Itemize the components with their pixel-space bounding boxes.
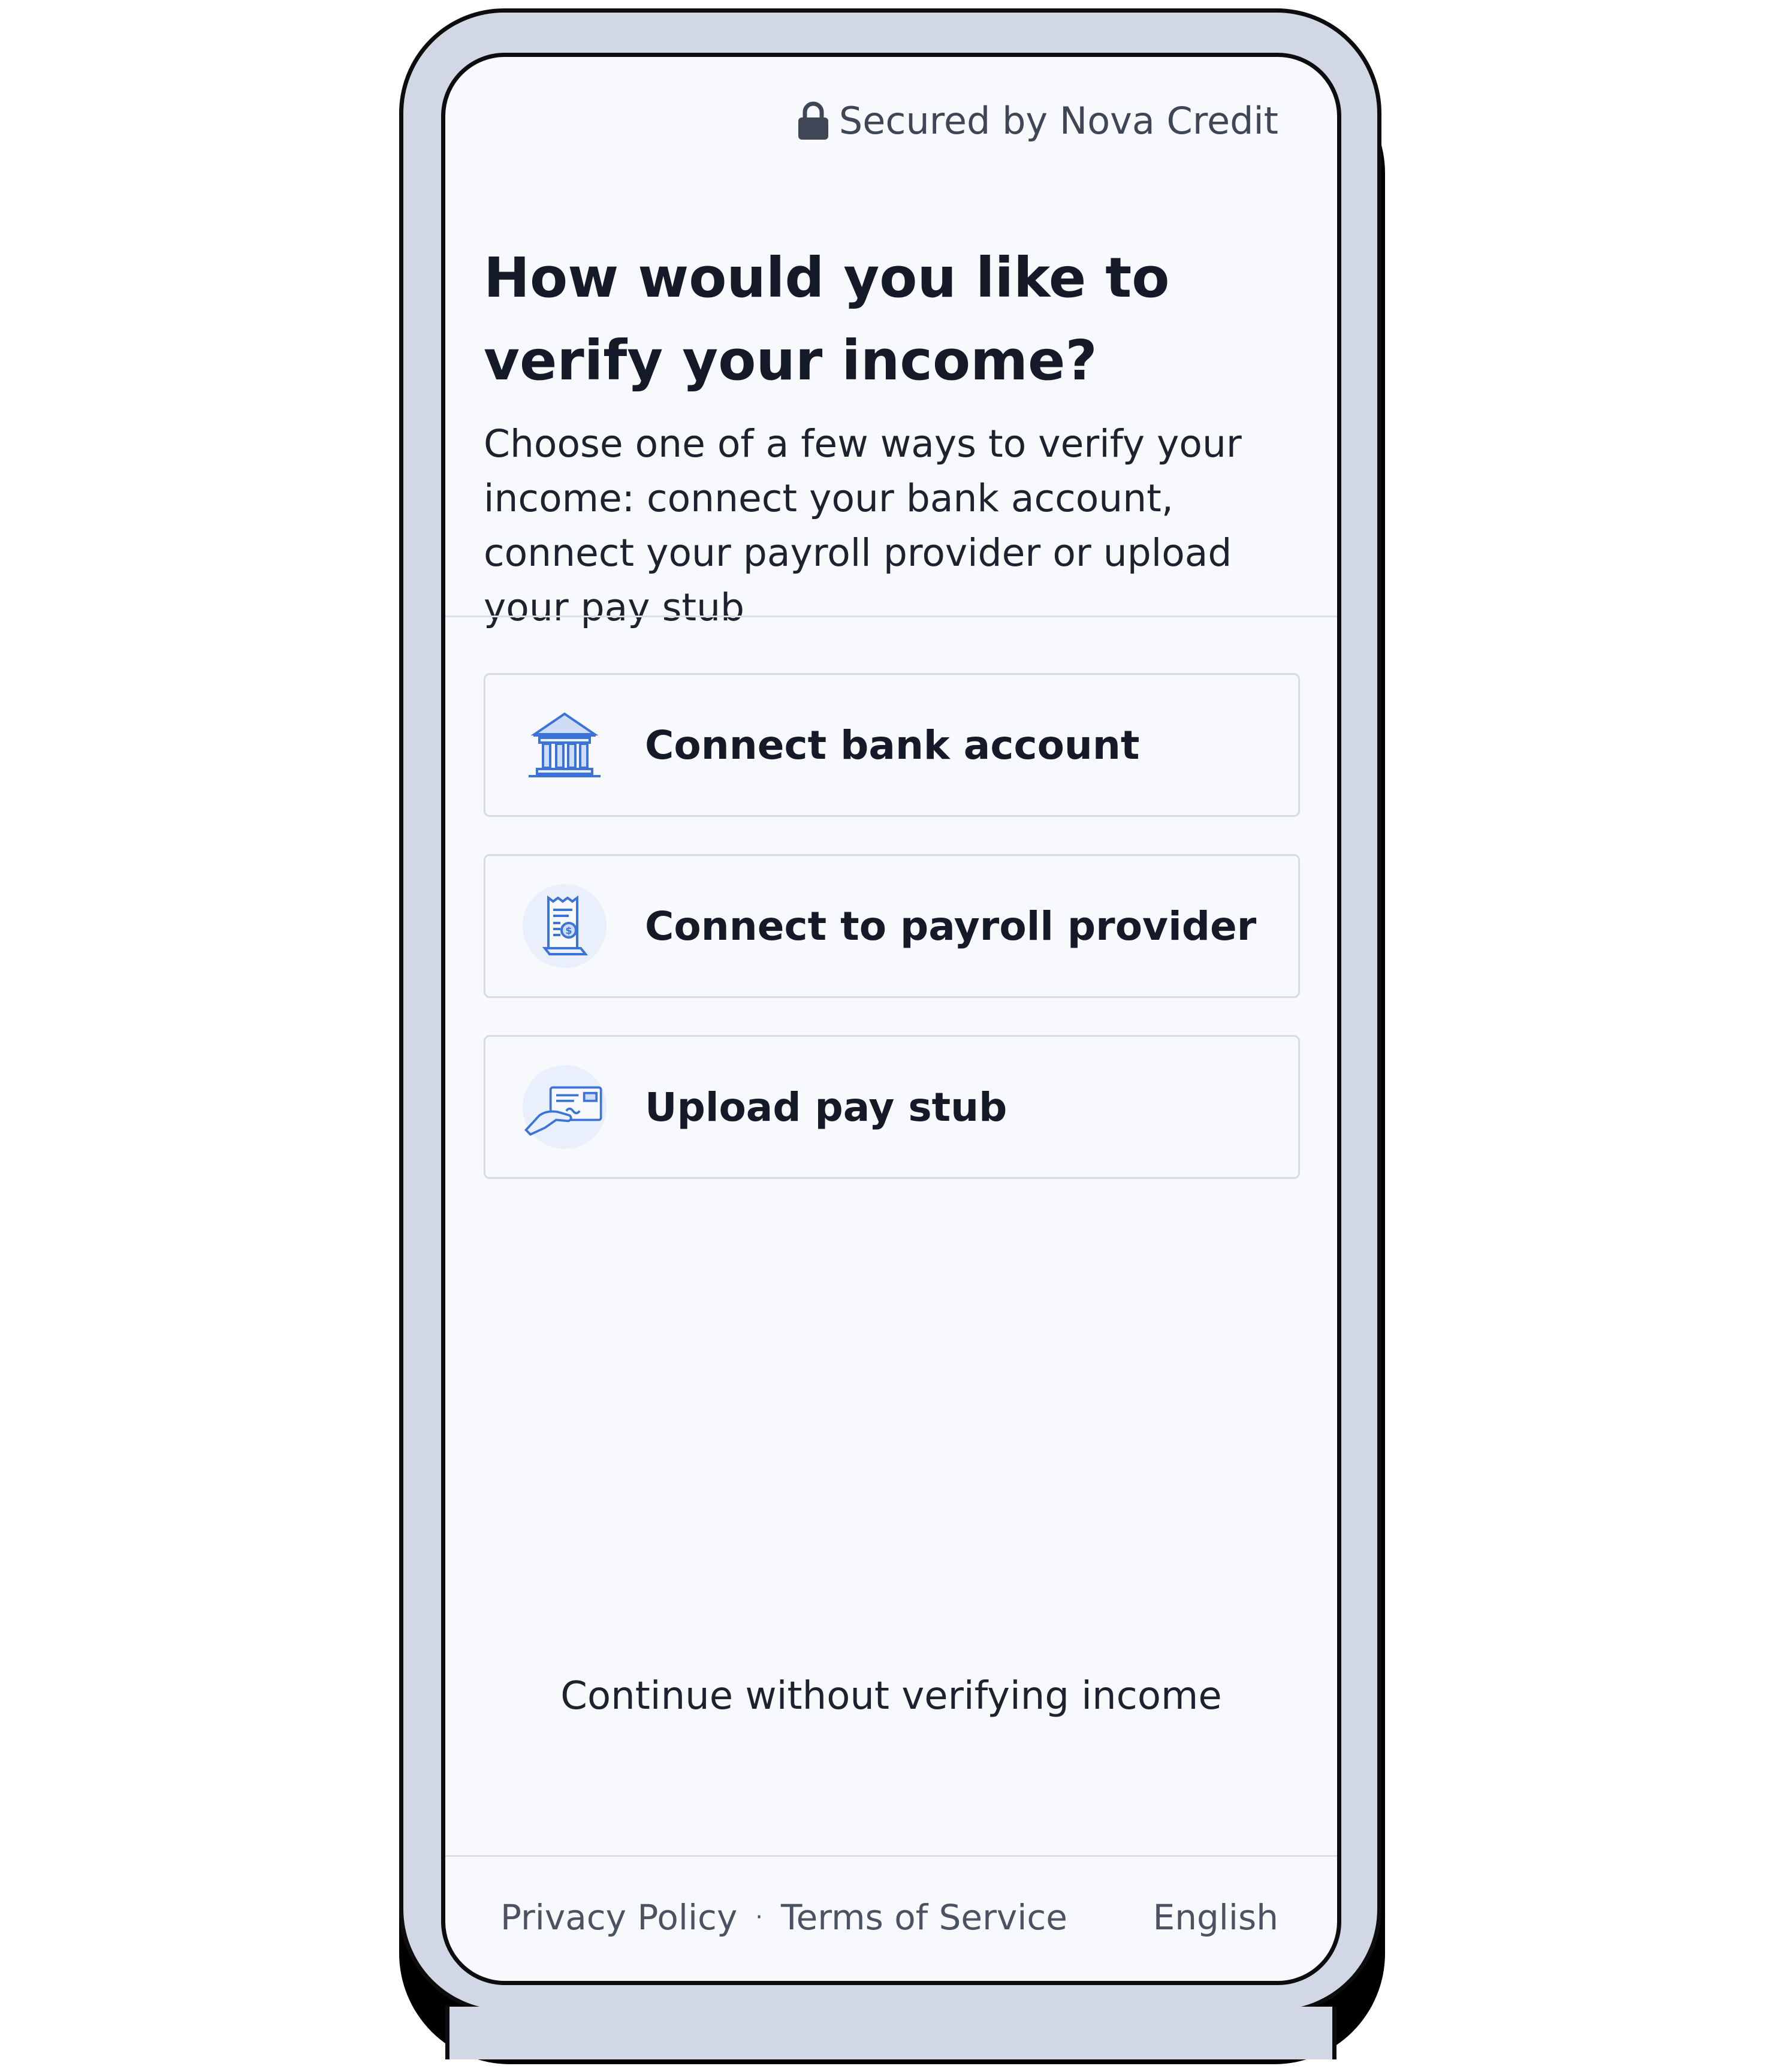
connect-bank-option[interactable]: Connect bank account [484,673,1300,817]
option-label: Connect bank account [645,722,1140,768]
footer-separator: · [755,1904,763,1931]
privacy-policy-link[interactable]: Privacy Policy [500,1897,737,1938]
footer: Privacy Policy · Terms of Service Englis… [500,1897,1278,1938]
option-label: Connect to payroll provider [645,903,1257,949]
terms-of-service-link[interactable]: Terms of Service [781,1897,1067,1938]
option-label: Upload pay stub [645,1084,1007,1130]
language-selector[interactable]: English [1153,1897,1278,1938]
header-divider [445,616,1337,617]
bank-icon [523,703,607,787]
payroll-receipt-icon: $ [523,884,607,968]
phone-bottom-edge [445,2007,1336,2059]
connect-payroll-option[interactable]: $ Connect to payroll provider [484,854,1300,998]
secured-label: Secured by Nova Credit [838,99,1278,143]
continue-without-verifying-link[interactable]: Continue without verifying income [445,1674,1337,1718]
upload-pay-stub-option[interactable]: Upload pay stub [484,1035,1300,1179]
secured-badge: Secured by Nova Credit [797,99,1278,143]
footer-divider [445,1855,1337,1857]
page-subtitle: Choose one of a few ways to verify your … [484,422,1242,629]
page-title: How would you like to verify your income… [484,246,1170,393]
lock-icon [798,101,828,140]
stage: Secured by Nova Credit How would you lik… [0,0,1780,2072]
pay-stub-icon [523,1065,607,1149]
svg-text:$: $ [565,925,572,936]
phone-screen: Secured by Nova Credit How would you lik… [441,53,1341,1985]
